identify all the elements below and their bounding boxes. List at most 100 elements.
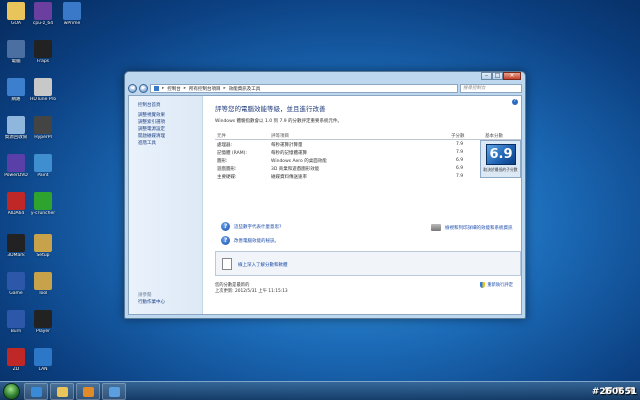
ycruncher-icon <box>34 192 52 210</box>
content-area: 控制台首頁 調整視覺效果 調整索引選項 調整電源設定 開啟磁碟清理 進階工具 請… <box>128 95 522 315</box>
game-icon <box>7 272 25 290</box>
nav-disk-cleanup[interactable]: 開啟磁碟清理 <box>138 133 202 140</box>
title-bar[interactable]: – □ ✕ <box>125 72 525 82</box>
lan-icon <box>34 348 52 366</box>
desktop-icon-goa[interactable]: GOA <box>1 2 31 27</box>
maximize-button[interactable]: □ <box>492 72 503 80</box>
desktop-icon-setup[interactable]: Setup <box>28 234 58 259</box>
powerdvd-icon <box>7 154 25 172</box>
desktop-icon-zd[interactable]: ZD <box>1 348 31 373</box>
desktop-icon-wprime[interactable]: wPrime <box>57 2 87 27</box>
learn-more-box[interactable]: 線上深入了解分數和軟體 <box>215 251 521 276</box>
question-icon: ? <box>221 222 230 231</box>
taskbar <box>0 381 640 400</box>
base-score-caption: 取決於最低的子分數 <box>483 167 518 172</box>
desktop-icon-player[interactable]: Player <box>28 310 58 335</box>
player-icon <box>34 310 52 328</box>
taskbar-media-player[interactable] <box>76 383 100 400</box>
hdtune-icon <box>34 78 52 96</box>
table-row: 處理器: 每秒運算計算量 7.9 <box>217 142 464 148</box>
nav-control-panel-home[interactable]: 控制台首頁 <box>138 102 202 109</box>
question-icon: ? <box>221 236 230 245</box>
watermark: #260651 <box>591 387 637 397</box>
explorer-icon <box>57 387 68 397</box>
improve-link[interactable]: ? 改善電腦效能的秘訣。 <box>221 236 279 245</box>
see-also-heading: 請參閱 <box>138 293 152 298</box>
desktop-icon-3dmark[interactable]: 3DMark <box>1 234 31 259</box>
back-button[interactable]: ◀ <box>128 84 137 93</box>
taskbar-explorer[interactable] <box>50 383 74 400</box>
print-details-link[interactable]: 檢視和列印詳細的效能和系統資訊 <box>431 224 513 231</box>
help-icon[interactable]: ? <box>512 99 518 105</box>
desktop-icon-paint[interactable]: Paint <box>28 154 58 179</box>
navigation-bar: ◀ ▶ ▸ 控制台 ▸ 所有控制台項目 ▸ 效能資訊及工具 搜尋控制台 <box>128 83 522 94</box>
desktop-icon-lan[interactable]: LAN <box>28 348 58 373</box>
page-subtitle: Windows 體驗指數會以 1.0 到 7.9 的分數評定重要系統元件。 <box>215 119 343 124</box>
table-row: 遊戲圖形: 3D 商業和遊戲圖形效能 6.9 <box>217 166 464 172</box>
performance-window: – □ ✕ ◀ ▶ ▸ 控制台 ▸ 所有控制台項目 ▸ 效能資訊及工具 搜尋控制… <box>124 71 526 319</box>
tool-icon <box>34 272 52 290</box>
burn-icon <box>7 310 25 328</box>
rerun-assessment-button[interactable]: 重新執行評定 <box>480 282 513 288</box>
desktop-icon-burn[interactable]: Burn <box>1 310 31 335</box>
base-score-value: 6.9 <box>486 144 516 165</box>
hyperpi-icon <box>34 116 52 134</box>
minimize-button[interactable]: – <box>481 72 492 80</box>
close-button[interactable]: ✕ <box>503 72 521 80</box>
see-also-section: 請參閱 行動作業中心 <box>138 292 165 306</box>
desktop-icon-network[interactable]: 網路 <box>1 78 31 103</box>
left-nav-pane: 控制台首頁 調整視覺效果 調整索引選項 調整電源設定 開啟磁碟清理 進階工具 請… <box>129 96 203 314</box>
breadcrumb-item[interactable]: 效能資訊及工具 <box>229 86 261 92</box>
last-updated: 上次更新: 2012/5/31 上午 11:15:13 <box>215 289 288 294</box>
zd-icon <box>7 348 25 366</box>
nav-adjust-indexing[interactable]: 調整索引選項 <box>138 119 202 126</box>
network-icon <box>7 78 25 96</box>
desktop-icon-powerdvd[interactable]: PowerDVD <box>1 154 31 179</box>
recycle-bin-icon <box>7 116 25 134</box>
3dmark-icon <box>7 234 25 252</box>
document-icon <box>222 258 232 270</box>
table-row: 主要硬碟: 磁碟資料傳送速率 7.9 <box>217 174 464 180</box>
desktop-icon-ycruncher[interactable]: y-cruncher <box>28 192 58 217</box>
control-panel-icon <box>109 387 120 397</box>
page-title: 評等您的電腦效能等級，並且進行改善 <box>215 105 326 113</box>
ie-icon <box>31 387 42 397</box>
breadcrumb-item[interactable]: 所有控制台項目 <box>189 86 221 92</box>
setup-icon <box>34 234 52 252</box>
main-panel: ? 評等您的電腦效能等級，並且進行改善 Windows 體驗指數會以 1.0 到… <box>207 96 521 314</box>
table-row: 圖形: Windows Aero 的桌面效能 6.9 <box>217 158 464 164</box>
paint-icon <box>34 154 52 172</box>
start-button[interactable] <box>3 383 20 400</box>
address-bar[interactable]: ▸ 控制台 ▸ 所有控制台項目 ▸ 效能資訊及工具 <box>150 84 458 93</box>
learn-more-link[interactable]: 線上深入了解分數和軟體 <box>238 262 288 268</box>
taskbar-control-panel[interactable] <box>102 383 126 400</box>
window-controls: – □ ✕ <box>481 72 521 80</box>
fraps-icon <box>34 40 52 58</box>
score-table: 元件 評等項目 子分數 基本分數 處理器: 每秒運算計算量 7.9 記憶體 (R… <box>215 131 521 180</box>
search-input[interactable]: 搜尋控制台 <box>460 84 522 93</box>
desktop-icon-hdtune[interactable]: HDTune Pro <box>28 78 58 103</box>
taskbar-ie[interactable] <box>24 383 48 400</box>
nav-adjust-visual-effects[interactable]: 調整視覺效果 <box>138 112 202 119</box>
nav-action-center[interactable]: 行動作業中心 <box>138 299 165 306</box>
desktop-icon-hyperpi[interactable]: HyperPI <box>28 116 58 141</box>
table-header: 元件 評等項目 子分數 基本分數 <box>215 131 521 140</box>
what-mean-link[interactable]: ? 這些數字代表什麼意思? <box>221 222 281 231</box>
shield-icon <box>480 282 486 288</box>
desktop-icon-fraps[interactable]: Fraps <box>28 40 58 65</box>
breadcrumb-item[interactable]: 控制台 <box>167 86 181 92</box>
folder-icon <box>7 2 25 20</box>
desktop-icon-cpuz[interactable]: cpu-z_64 <box>28 2 58 27</box>
nav-advanced-tools[interactable]: 進階工具 <box>138 140 202 147</box>
control-panel-icon <box>154 86 159 91</box>
table-row: 記憶體 (RAM): 每秒的記憶體運算 7.9 <box>217 150 464 156</box>
desktop-icon-aida64[interactable]: AIDA64 <box>1 192 31 217</box>
desktop-icon-game[interactable]: Game <box>1 272 31 297</box>
forward-button[interactable]: ▶ <box>139 84 148 93</box>
cpuz-icon <box>34 2 52 20</box>
nav-adjust-power[interactable]: 調整電源設定 <box>138 126 202 133</box>
desktop-icon-recycle-bin[interactable]: 資源回收筒 <box>1 116 31 141</box>
desktop-icon-computer[interactable]: 電腦 <box>1 40 31 65</box>
aida64-icon <box>7 192 25 210</box>
desktop-icon-tool[interactable]: Tool <box>28 272 58 297</box>
